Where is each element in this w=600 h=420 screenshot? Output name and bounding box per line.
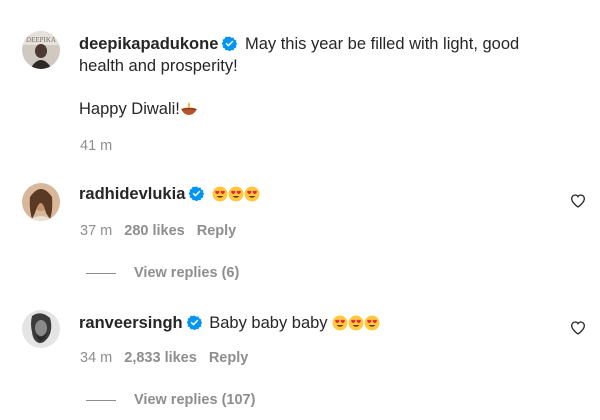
comment-2-reply-button[interactable]: Reply xyxy=(209,350,249,366)
caption-line-3: Happy Diwali! xyxy=(79,98,198,120)
comment-1-reply-button[interactable]: Reply xyxy=(197,223,237,239)
avatar-deepikapadukone[interactable]: DEEPIKA xyxy=(22,31,60,69)
username-ranveersingh[interactable]: ranveersingh xyxy=(79,314,183,332)
view-replies-label: View replies (6) xyxy=(134,265,240,281)
comment-1-meta: 37 m 280 likes Reply xyxy=(80,222,236,240)
comment-1-line: radhidevlukia xyxy=(79,183,260,205)
username-radhidevlukia[interactable]: radhidevlukia xyxy=(79,185,185,203)
comment-2-meta: 34 m 2,833 likes Reply xyxy=(80,349,248,367)
caption-line-1: deepikapadukone May this year be filled … xyxy=(79,33,519,55)
diya-lamp-icon xyxy=(180,101,198,117)
verified-badge-icon xyxy=(222,36,238,51)
caption-meta: 41 m xyxy=(80,137,112,155)
caption-text-3: Happy Diwali! xyxy=(79,100,180,118)
caption-time: 41 m xyxy=(80,138,113,154)
divider-dash xyxy=(86,272,116,274)
like-heart-icon[interactable] xyxy=(570,320,586,336)
comment-2-likes[interactable]: 2,833 likes xyxy=(124,350,197,366)
comment-1-likes[interactable]: 280 likes xyxy=(124,223,184,239)
heart-eyes-emoji xyxy=(364,315,380,331)
like-heart-icon[interactable] xyxy=(570,193,586,209)
heart-eyes-emoji xyxy=(332,315,348,331)
heart-eyes-emoji xyxy=(212,186,228,202)
avatar-radhidevlukia[interactable] xyxy=(22,183,60,221)
svg-text:DEEPIKA: DEEPIKA xyxy=(26,36,56,44)
view-replies-label: View replies (107) xyxy=(134,392,256,408)
avatar-ranveersingh[interactable] xyxy=(22,310,60,348)
divider-dash xyxy=(86,399,116,401)
heart-eyes-emoji xyxy=(244,186,260,202)
verified-badge-icon xyxy=(186,315,202,330)
comment-2-line: ranveersingh Baby baby baby xyxy=(79,312,380,334)
heart-eyes-emoji xyxy=(348,315,364,331)
caption-line-2: health and prosperity! xyxy=(79,55,238,77)
caption-text-2: health and prosperity! xyxy=(79,57,238,75)
comments-panel: DEEPIKA deepikapadukone May this year be… xyxy=(0,0,600,420)
comment-2-text: Baby baby baby xyxy=(209,314,328,332)
comment-1-time: 37 m xyxy=(80,223,113,239)
username-deepikapadukone[interactable]: deepikapadukone xyxy=(79,35,218,53)
heart-eyes-emoji xyxy=(228,186,244,202)
comment-2-time: 34 m xyxy=(80,350,113,366)
caption-text-1: May this year be filled with light, good xyxy=(244,35,520,53)
comment-1-view-replies[interactable]: View replies (6) xyxy=(86,264,239,282)
comment-2-view-replies[interactable]: View replies (107) xyxy=(86,391,255,409)
verified-badge-icon xyxy=(189,186,205,201)
